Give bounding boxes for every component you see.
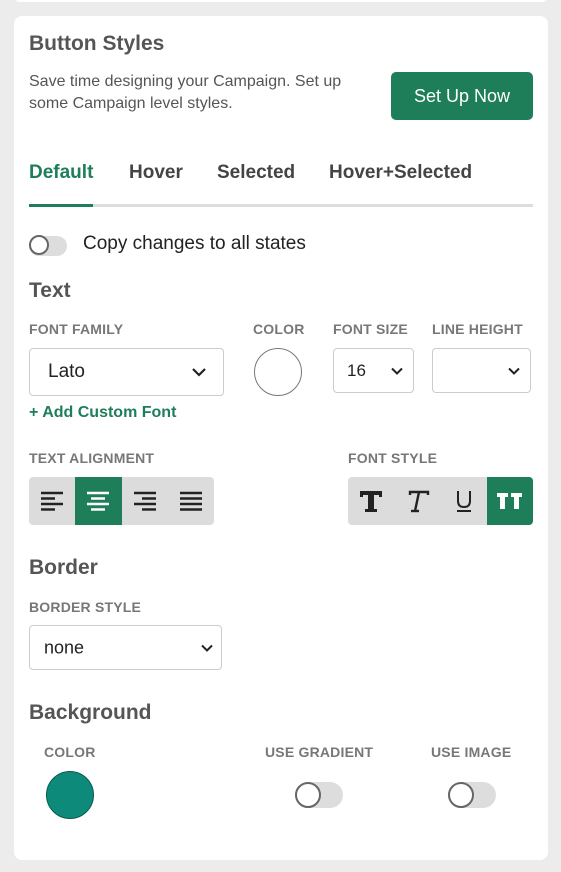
text-color-label: COLOR [253, 321, 305, 337]
font-style-group [348, 477, 533, 525]
copy-changes-label: Copy changes to all states [83, 233, 306, 254]
align-left-icon [41, 491, 64, 511]
tab-hover[interactable]: Hover [129, 162, 183, 184]
add-custom-font-link[interactable]: + Add Custom Font [29, 404, 176, 422]
copy-changes-toggle[interactable] [29, 235, 67, 256]
use-gradient-toggle[interactable] [295, 782, 343, 808]
line-height-select[interactable] [432, 348, 531, 393]
align-center-button[interactable] [75, 477, 122, 525]
font-family-select[interactable]: Lato [29, 348, 224, 396]
chevron-down-icon [391, 367, 403, 375]
background-section-title: Background [29, 701, 152, 724]
align-left-button[interactable] [29, 477, 75, 525]
tab-active-indicator [29, 204, 93, 207]
border-section-title: Border [29, 556, 98, 579]
button-styles-panel: Button Styles Save time designing your C… [14, 16, 548, 860]
align-right-button[interactable] [122, 477, 168, 525]
font-family-value: Lato [48, 361, 85, 382]
use-image-label: USE IMAGE [431, 744, 512, 760]
uppercase-button[interactable] [486, 477, 533, 525]
previous-card [14, 0, 548, 2]
border-style-label: BORDER STYLE [29, 599, 142, 615]
toggle-knob [448, 782, 474, 808]
button-styles-description: Save time designing your Campaign. Set u… [29, 73, 342, 112]
italic-icon [409, 490, 430, 513]
italic-button[interactable] [394, 477, 440, 525]
toggle-knob [295, 782, 321, 808]
underline-icon [456, 491, 471, 512]
bold-button[interactable] [348, 477, 394, 525]
tab-default[interactable]: Default [29, 162, 93, 184]
font-size-value: 16 [347, 360, 366, 380]
text-color-swatch[interactable] [254, 348, 302, 396]
font-style-label: FONT STYLE [348, 450, 438, 466]
text-section-title: Text [29, 279, 71, 302]
use-image-toggle[interactable] [448, 782, 496, 808]
font-family-label: FONT FAMILY [29, 321, 124, 337]
button-styles-title: Button Styles [29, 32, 165, 55]
align-center-icon [87, 491, 110, 511]
chevron-down-icon [508, 367, 520, 375]
uppercase-icon [496, 493, 522, 509]
toggle-knob [29, 235, 49, 255]
background-color-swatch[interactable] [46, 771, 94, 819]
font-size-label: FONT SIZE [333, 321, 408, 337]
chevron-down-icon [201, 644, 213, 652]
tab-divider [29, 204, 533, 207]
text-alignment-group [29, 477, 214, 525]
underline-button[interactable] [441, 477, 487, 525]
tab-hover-selected[interactable]: Hover+Selected [329, 162, 472, 184]
text-alignment-label: TEXT ALIGNMENT [29, 450, 155, 466]
background-color-label: COLOR [44, 744, 96, 760]
bold-icon [360, 491, 383, 512]
align-justify-icon [179, 491, 202, 511]
use-gradient-label: USE GRADIENT [265, 744, 374, 760]
font-size-select[interactable]: 16 [333, 348, 414, 393]
align-justify-button[interactable] [168, 477, 214, 525]
chevron-down-icon [192, 368, 206, 377]
border-style-select[interactable]: none [29, 625, 222, 670]
border-style-value: none [44, 637, 85, 657]
tab-selected[interactable]: Selected [217, 162, 295, 184]
align-right-icon [133, 491, 156, 511]
set-up-now-button[interactable]: Set Up Now [391, 72, 533, 120]
line-height-label: LINE HEIGHT [432, 321, 523, 337]
